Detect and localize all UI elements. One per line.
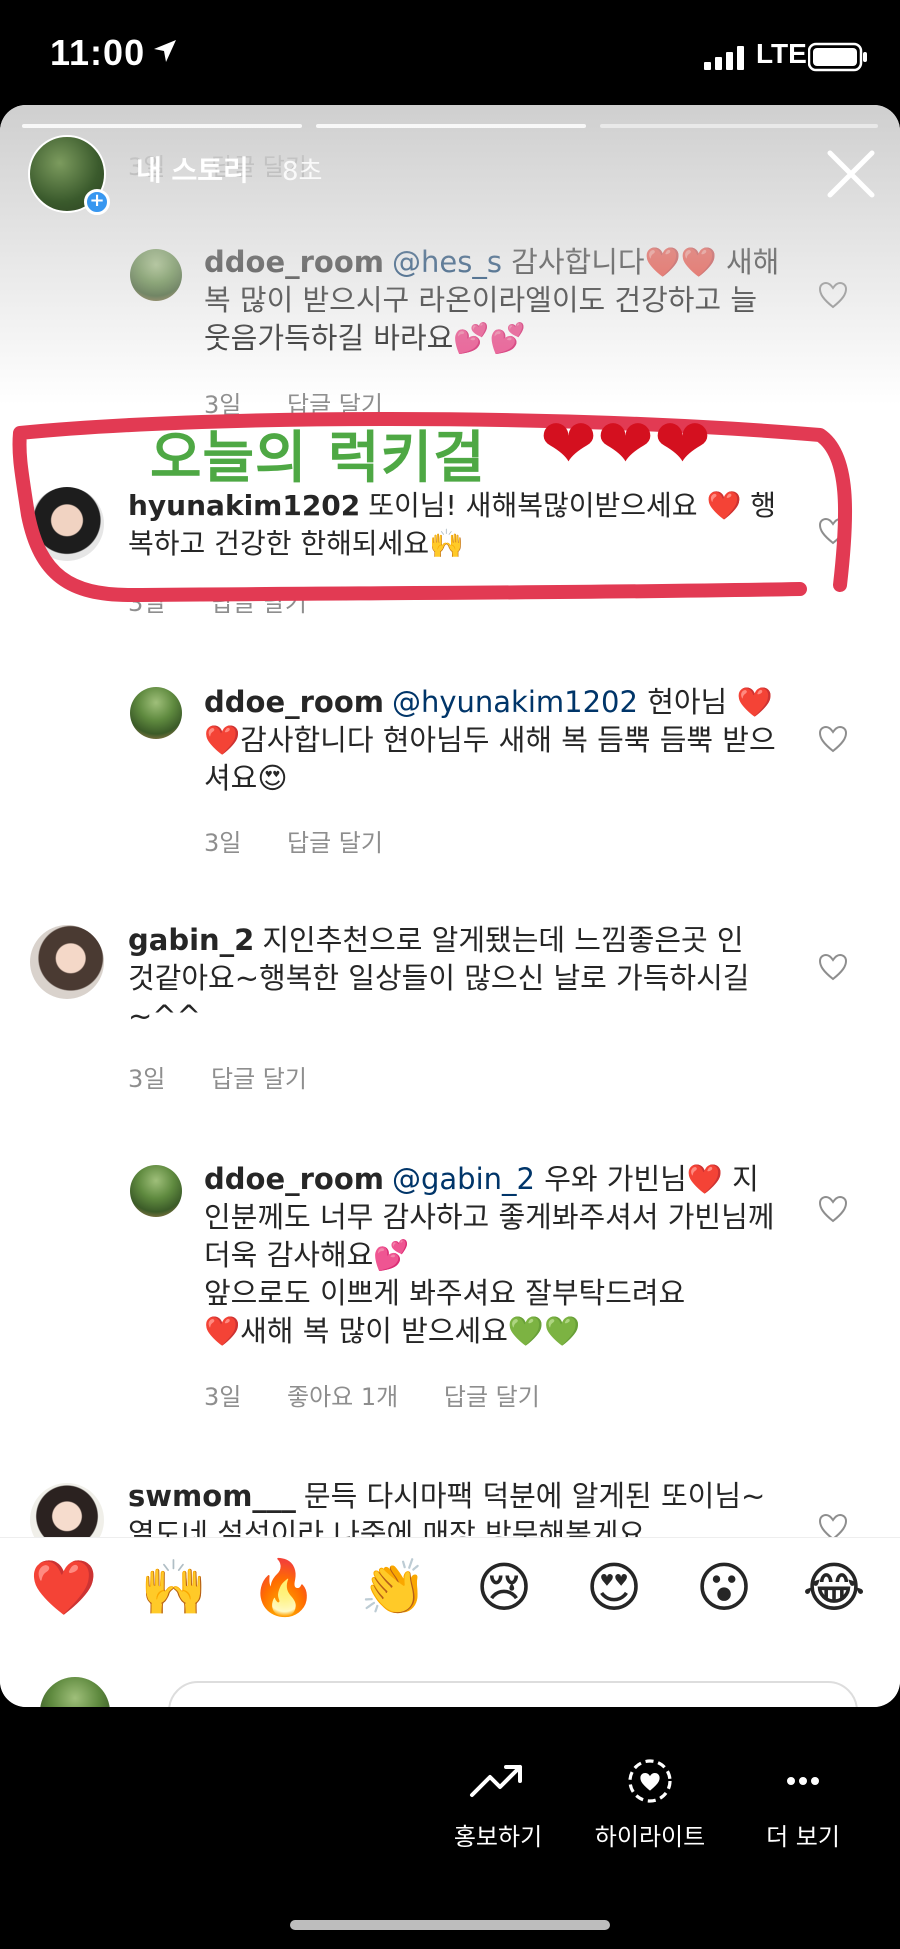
comment-username[interactable]: ddoe_room (204, 245, 384, 279)
reply-row (0, 1637, 900, 1707)
like-heart-icon[interactable] (818, 1195, 848, 1223)
location-arrow-icon (154, 40, 176, 62)
comment-body: ddoe_room @gabin_2 우와 가빈님❤️ 지인분께도 너무 감사하고… (204, 1160, 784, 1350)
heart-eyes-emoji: 😍 (257, 761, 288, 795)
add-story-plus-icon[interactable]: + (84, 189, 110, 215)
commenter-avatar[interactable] (130, 1165, 182, 1217)
like-heart-icon[interactable] (818, 281, 848, 309)
reply-link[interactable]: 답글 달기 (444, 1383, 540, 1411)
red-heart-emoji: ❤️❤️ (644, 245, 717, 279)
red-heart-emoji: ❤️ (204, 1314, 241, 1348)
reply-link[interactable]: 답글 달기 (211, 1065, 307, 1093)
comment-text: 우와 가빈님 (544, 1162, 687, 1196)
highlight-heart-icon (628, 1759, 672, 1803)
reaction-surprised-button[interactable]: 😮 (688, 1552, 760, 1624)
story-owner-avatar[interactable]: + (28, 135, 110, 215)
reaction-fire-button[interactable]: 🔥 (248, 1552, 320, 1624)
highlight-button[interactable]: 하이라이트 (580, 1757, 720, 1852)
comment-text-2: 감사합니다 현아님두 새해 복 듬뿍 듬뿍 받으셔요 (204, 723, 776, 795)
highlight-label: 하이라이트 (594, 1823, 706, 1851)
more-button[interactable]: 더 보기 (733, 1757, 873, 1852)
story-progress-segment-2 (316, 124, 586, 128)
signal-bars-icon (704, 46, 744, 70)
annotation-hearts: ❤❤❤ (540, 405, 711, 484)
story-owner-label[interactable]: 내 스토리 (136, 149, 249, 189)
raising-hands-emoji: 🙌 (429, 527, 465, 560)
comment-mention[interactable]: @hyunakim1202 (392, 685, 638, 719)
red-heart-emoji: ❤️ (706, 489, 742, 522)
comment-username[interactable]: ddoe_room (204, 685, 384, 719)
reply-input[interactable] (168, 1681, 858, 1707)
reaction-raising-hands-button[interactable]: 🙌 (138, 1552, 210, 1624)
promote-label: 홍보하기 (453, 1823, 543, 1851)
reaction-laughing-button[interactable]: 😂 (798, 1552, 870, 1624)
comment-text-3: 앞으로도 이쁘게 봐주셔요 잘부탁드려요 (204, 1276, 686, 1310)
bottom-action-bar: 홍보하기 하이라이트 더 보기 (0, 1707, 900, 1949)
comment-text-4: 새해 복 많이 받으세요 (240, 1314, 508, 1348)
like-heart-icon[interactable] (818, 725, 848, 753)
comment-username[interactable]: swmom___ (128, 1479, 296, 1513)
annotation-text: 오늘의 럭키걸 (150, 426, 486, 491)
comment-age: 3일 (204, 829, 242, 857)
comment-body: gabin_2 지인추천으로 알게됐는데 느낌좋은곳 인것같아요~행복한 일상들이… (128, 921, 768, 1035)
two-hearts-emoji: 💕💕 (453, 321, 526, 355)
comment-mention[interactable]: @hes_s (392, 245, 502, 279)
comment-mention[interactable]: @gabin_2 (392, 1162, 535, 1196)
battery-icon (808, 42, 867, 72)
commenter-avatar[interactable] (30, 925, 104, 999)
comment-meta: 3일 답글 달기 (204, 823, 421, 858)
story-header: + 내 스토리 8초 (0, 135, 900, 245)
comment-body: hyunakim1202 또이님! 새해복많이받으세요 ❤️ 행복하고 건강한 한… (128, 487, 788, 563)
comment-age: 3일 (128, 589, 166, 617)
reaction-crying-button[interactable]: 😢 (468, 1552, 540, 1624)
comment-username[interactable]: ddoe_room (204, 1162, 384, 1196)
commenter-avatar[interactable] (30, 487, 104, 561)
red-heart-emoji: ❤️ (686, 1162, 723, 1196)
status-time: 11:00 (50, 32, 146, 73)
commenter-avatar[interactable] (130, 249, 182, 301)
promote-button[interactable]: 홍보하기 (428, 1757, 568, 1852)
two-hearts-emoji: 💕 (373, 1238, 410, 1272)
commenter-avatar[interactable] (130, 687, 182, 739)
comment-body: ddoe_room @hes_s 감사합니다❤️❤️ 새해 복 많이 받으시구 라… (204, 243, 784, 357)
story-card: + 내 스토리 8초 3일 답글 달기 ddoe_room @hes_s 감사합니… (0, 105, 900, 1707)
comment-body: ddoe_room @hyunakim1202 현아님 ❤️❤️감사합니다 현아님… (204, 683, 784, 797)
home-indicator[interactable] (290, 1920, 610, 1930)
comment-likes[interactable]: 좋아요 1개 (287, 1383, 398, 1411)
my-avatar (40, 1677, 110, 1707)
more-label: 더 보기 (766, 1823, 840, 1851)
reaction-clap-button[interactable]: 👏 (358, 1552, 430, 1624)
reaction-heart-eyes-button[interactable]: 😍 (578, 1552, 650, 1624)
reaction-heart-button[interactable]: ❤️ (28, 1552, 100, 1624)
green-heart-emoji: 💚💚 (507, 1314, 581, 1348)
comment-meta: 3일 좋아요 1개 답글 달기 (204, 1377, 578, 1412)
reply-link[interactable]: 답글 달기 (211, 589, 307, 617)
comment-text: 감사합니다 (511, 245, 645, 279)
comment-meta: 3일 답글 달기 (128, 1059, 345, 1094)
trending-up-icon (470, 1765, 522, 1797)
status-bar: 11:00 LTE (0, 0, 900, 105)
story-progress-segment-3 (600, 124, 878, 128)
comment-username[interactable]: gabin_2 (128, 923, 254, 957)
reply-link[interactable]: 답글 달기 (287, 829, 383, 857)
comment-text: 현아님 (647, 685, 728, 719)
like-heart-icon[interactable] (818, 953, 848, 981)
like-heart-icon[interactable] (818, 517, 848, 545)
comment-age: 3일 (204, 1383, 242, 1411)
story-progress-segment-1 (22, 124, 302, 128)
more-dots-icon (787, 1777, 819, 1785)
close-icon[interactable] (822, 145, 880, 203)
comment-age: 3일 (128, 1065, 166, 1093)
story-elapsed-time: 8초 (282, 157, 323, 187)
emoji-reaction-bar: ❤️ 🙌 🔥 👏 😢 😍 😮 😂 (0, 1537, 900, 1637)
carrier-label: LTE (756, 38, 807, 69)
comment-meta: 3일 답글 달기 (128, 583, 345, 618)
